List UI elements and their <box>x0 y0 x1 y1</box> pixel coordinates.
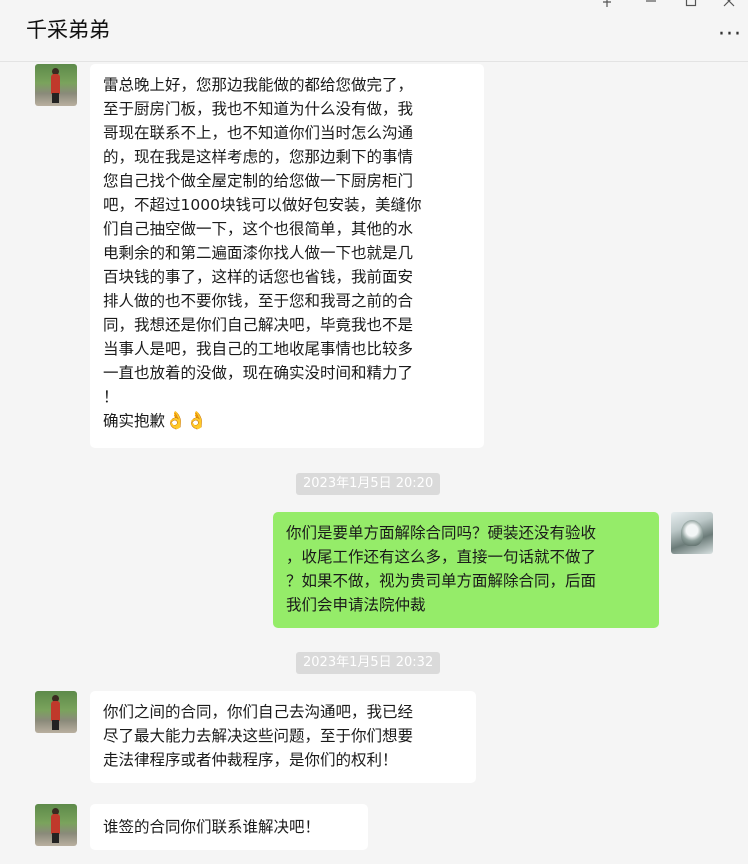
minimize-icon[interactable] <box>644 0 658 12</box>
chat-title: 千采弟弟 <box>26 18 110 42</box>
message-line: 尽了最大能力去解决这些问题，至于你们想要 <box>103 727 414 745</box>
message-bubble[interactable]: 雷总晚上好，您那边我能做的都给您做完了， 至于厨房门板，我也不知道为什么没有做，… <box>90 64 484 448</box>
message-line: 确实抱歉👌👌 <box>103 409 471 433</box>
message-line: 走法律程序或者仲裁程序，是你们的权利！ <box>103 751 398 769</box>
contact-avatar[interactable] <box>35 804 77 846</box>
message-line: ！ <box>103 388 119 406</box>
message-line: 谁签的合同你们联系谁解决吧！ <box>103 818 321 836</box>
message-line: 雷总晚上好，您那边我能做的都给您做完了， <box>103 76 414 94</box>
timestamp: 2023年1月5日 20:20 <box>296 473 441 495</box>
message-line: 你们之间的合同，你们自己去沟通吧，我已经 <box>103 703 414 721</box>
self-avatar[interactable] <box>671 512 713 554</box>
ok-hand-emoji-icon: 👌👌 <box>165 411 208 431</box>
message-text: 确实抱歉 <box>103 412 166 430</box>
message-line: 我们会申请法院仲裁 <box>286 596 426 614</box>
message-line: 吧，不超过1000块钱可以做好包安装，美缝你 <box>103 196 422 214</box>
message-bubble-self[interactable]: 你们是要单方面解除合同吗？硬装还没有验收 ，收尾工作还有这么多，直接一句话就不做… <box>273 512 659 628</box>
chat-header: 千采弟弟 ··· <box>0 0 748 62</box>
message-line: 至于厨房门板，我也不知道为什么没有做，我 <box>103 100 414 118</box>
message-line: ？如果不做，视为贵司单方面解除合同，后面 <box>286 572 597 590</box>
message-line: 您自己找个做全屋定制的给您做一下厨房柜门 <box>103 172 414 190</box>
message-bubble[interactable]: 谁签的合同你们联系谁解决吧！ <box>90 804 368 850</box>
message-line: 你们是要单方面解除合同吗？硬装还没有验收 <box>286 524 597 542</box>
message-line: 排人做的也不要你钱，至于您和我哥之前的合 <box>103 292 414 310</box>
message-line: 电剩余的和第二遍面漆你找人做一下也就是几 <box>103 244 414 262</box>
contact-avatar[interactable] <box>35 64 77 106</box>
maximize-icon[interactable] <box>684 0 698 12</box>
message-line: 同，我想还是你们自己解决吧，毕竟我也不是 <box>103 316 414 334</box>
timestamp: 2023年1月5日 20:32 <box>296 652 441 674</box>
message-line: ，收尾工作还有这么多，直接一句话就不做了 <box>286 548 597 566</box>
message-line: 哥现在联系不上，也不知道你们当时怎么沟通 <box>103 124 414 142</box>
message-line: 百块钱的事了，这样的话您也省钱，我前面安 <box>103 268 414 286</box>
message-bubble[interactable]: 你们之间的合同，你们自己去沟通吧，我已经 尽了最大能力去解决这些问题，至于你们想… <box>90 691 476 783</box>
message-line: 当事人是吧，我自己的工地收尾事情也比较多 <box>103 340 414 358</box>
close-icon[interactable] <box>722 0 736 12</box>
message-line: 们自己抽空做一下，这个也很简单，其他的水 <box>103 220 414 238</box>
contact-avatar[interactable] <box>35 691 77 733</box>
more-options-icon[interactable]: ··· <box>718 24 742 46</box>
message-line: 一直也放着的没做，现在确实没时间和精力了 <box>103 364 414 382</box>
pin-icon[interactable] <box>600 0 614 12</box>
message-line: 的，现在我是这样考虑的，您那边剩下的事情 <box>103 148 414 166</box>
